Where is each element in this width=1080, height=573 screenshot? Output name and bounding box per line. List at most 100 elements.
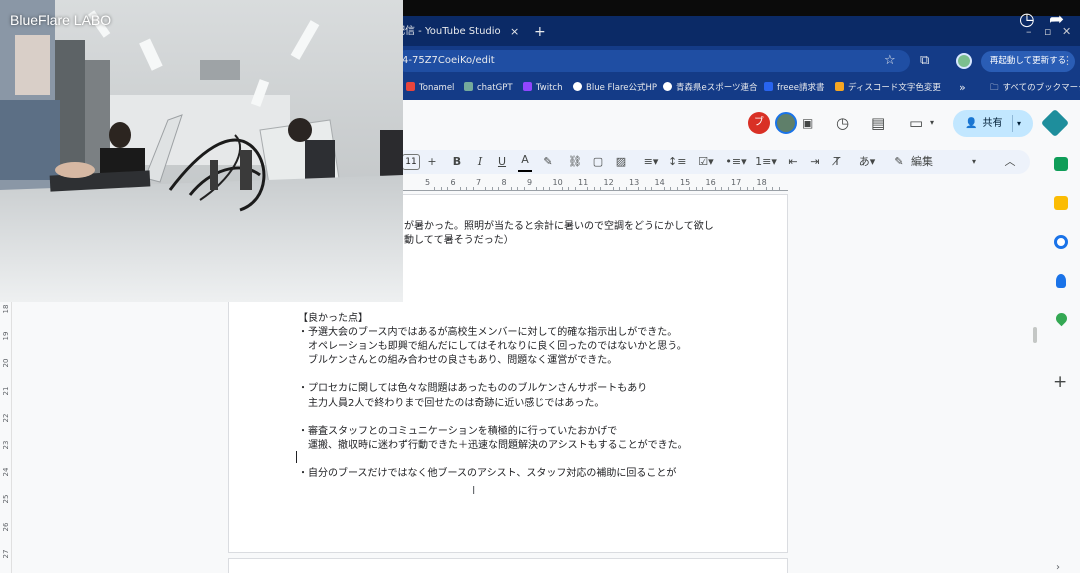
contacts-icon[interactable] [1056,274,1066,288]
highlight-icon[interactable]: ✎ [541,150,555,174]
new-tab-icon[interactable]: + [534,20,548,44]
bookmark-blueflare[interactable]: Blue Flare公式HP [573,78,657,98]
globe-icon [663,82,672,91]
collapse-toolbar-icon[interactable]: ︿ [1003,150,1017,174]
tab-close-icon[interactable]: × [510,20,522,44]
vertical-ruler-number: 26 [2,522,10,532]
ruler-tick [561,187,563,190]
insert-link-icon[interactable]: ⛓ [568,150,582,174]
ruler-tick [721,187,723,190]
vertical-ruler-number: 20 [2,358,10,368]
bookmark-chatgpt[interactable]: chatGPT [464,78,513,98]
watch-later-icon[interactable]: ◷ [1019,10,1035,30]
increase-font-icon[interactable]: + [425,150,439,174]
document-next-page[interactable] [228,558,788,573]
restart-update-button[interactable]: 再起動して更新する [981,51,1075,72]
discord-color-icon [835,82,844,91]
add-addon-icon[interactable]: + [1053,372,1067,392]
doc-line-top-1: が暑かった。照明が当たると余計に暑いので空調をどうにかして欲し [404,221,714,232]
screen: 配信 - YouTube Studio × + – ▫ ✕ 4-75Z7Coei… [0,0,1080,573]
editing-pencil-icon[interactable]: ✎ [892,150,906,174]
profile-avatar[interactable] [956,53,972,69]
collaborator-avatar-1[interactable]: ブ [748,112,770,134]
ruler-tick [440,187,442,190]
sheets-icon[interactable] [1054,157,1068,171]
ruler-number: 6 [450,178,456,187]
ruler-tick [663,187,665,190]
comments-icon[interactable]: ▤ [871,113,885,133]
bookmark-aomori-esports[interactable]: 青森県eスポーツ連合 [663,78,758,98]
add-comment-icon[interactable]: ▢ [591,150,605,174]
webcam-scene [0,0,403,302]
tab-youtube-studio[interactable]: 配信 - YouTube Studio [395,20,525,44]
meet-camera-icon[interactable]: ▭ [909,113,923,133]
all-bookmarks[interactable]: 🗀 すべてのブックマーク [990,78,1080,98]
ruler-tick [447,187,449,190]
ruler-number: 5 [425,178,431,187]
vertical-ruler-number: 21 [2,386,10,396]
ruler-tick [740,187,742,190]
align-icon[interactable]: ≡▾ [640,150,662,174]
font-size-input[interactable]: 11 [402,154,420,170]
vertical-ruler-number: 23 [2,440,10,450]
ruler-tick [765,187,767,190]
ruler-tick [670,187,672,190]
history-icon[interactable]: ◷ [836,113,849,133]
ruler-tick [434,187,436,190]
extensions-icon[interactable]: ⧉ [920,50,929,72]
editing-mode-label[interactable]: 編集 [911,150,941,174]
text-cursor [296,451,297,463]
line-spacing-icon[interactable]: ↕≡ [668,150,686,174]
bookmark-star-icon[interactable]: ☆ [884,50,896,72]
bookmark-tonamel[interactable]: Tonamel [406,78,454,98]
meet-dropdown-icon[interactable]: ▾ [930,113,934,133]
ruler-tick [644,187,646,190]
ruler-tick [727,187,729,190]
checklist-icon[interactable]: ☑▾ [694,150,718,174]
numbered-list-icon[interactable]: 1≡▾ [754,150,778,174]
bold-icon[interactable]: B [450,150,464,174]
url-text[interactable]: 4-75Z7CoeiKo/edit [402,50,495,72]
bookmark-freee[interactable]: freee請求書 [764,78,825,98]
increase-indent-icon[interactable]: ⇥ [807,150,823,174]
ruler-tick [587,187,589,190]
clear-formatting-icon[interactable]: T̸ [829,150,845,174]
decrease-indent-icon[interactable]: ⇤ [785,150,801,174]
doc-line-top-2: 動してて暑そうだった） [404,235,514,246]
insert-image-icon[interactable]: ▨ [614,150,628,174]
vertical-ruler-number: 18 [2,304,10,314]
document-scrollbar[interactable] [1033,327,1037,343]
italic-icon[interactable]: I [473,150,487,174]
bookmarks-more-icon[interactable]: » [959,78,966,98]
editing-mode-dropdown-icon[interactable]: ▾ [968,150,980,174]
ruler-tick [753,187,755,190]
browser-menu-icon[interactable]: ⋮ [1062,49,1073,73]
share-dropdown-icon[interactable]: ▾ [1017,110,1021,137]
ruler-tick [549,187,551,190]
channel-title: BlueFlare LABO [10,12,112,28]
ruler-tick [498,187,500,190]
webcam-overlay: BlueFlare LABO [0,0,403,302]
ruler-tick [485,187,487,190]
share-arrow-icon[interactable]: ➦ [1049,10,1064,30]
tonamel-icon [406,82,415,91]
doc-body-line: オペレーションも即興で組んだにしてはそれなりに良く回ったのではないかと思う。 [298,341,687,353]
doc-body-line: ・プロセカに関しては色々な問題はあったもののブルケンさんサポートもあり [298,383,648,395]
doc-body-line: ブルケンさんとの組み合わせの良さもあり、問題なく運営ができた。 [298,355,618,367]
ruler-tick [510,187,512,190]
keep-icon[interactable] [1054,196,1068,210]
ruler-number: 9 [527,178,533,187]
input-tools-icon[interactable]: あ▾ [856,150,878,174]
ruler-tick [619,187,621,190]
bookmark-discord-color[interactable]: ディスコード文字色変更 [835,78,941,98]
tasks-icon[interactable] [1054,235,1068,249]
bulleted-list-icon[interactable]: •≡▾ [724,150,748,174]
share-person-icon: 👤 [965,118,978,129]
bookmark-twitch[interactable]: Twitch [523,78,563,98]
underline-icon[interactable]: U [495,150,509,174]
doc-body-line: 運搬、撤収時に迷わず行動できた＋迅速な問題解決のアシストもすることができた。 [298,439,688,451]
text-color-icon[interactable]: A [518,150,532,172]
collaborator-avatar-2[interactable] [775,112,797,134]
meet-present-icon[interactable]: ▣ [802,113,813,133]
side-panel-expand-icon[interactable]: › [1056,562,1060,573]
